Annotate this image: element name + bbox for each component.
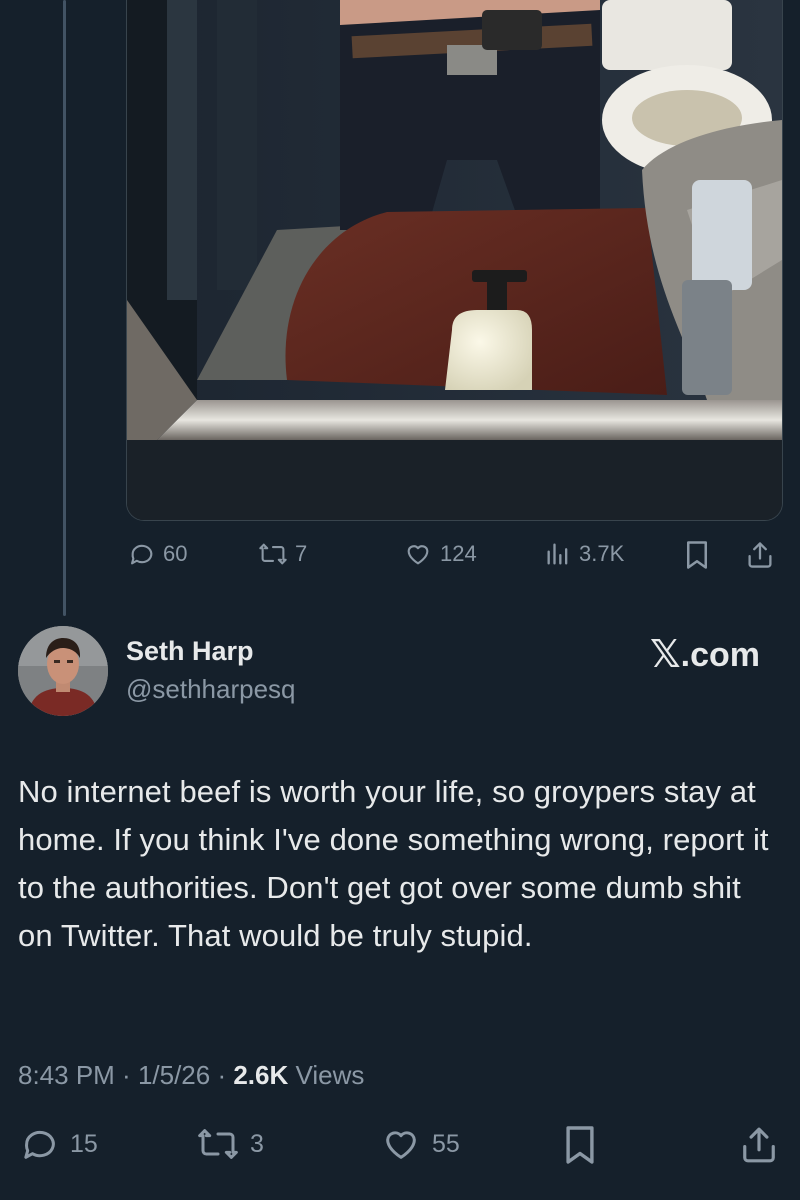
parent-like-count: 124 <box>440 541 477 566</box>
meta-separator: · <box>210 1060 234 1090</box>
parent-repost-button[interactable]: 7 <box>258 540 307 568</box>
x-com-watermark: 𝕏 .com <box>650 636 760 674</box>
like-button[interactable]: 55 <box>380 1124 460 1164</box>
reply-button[interactable]: 15 <box>20 1124 98 1164</box>
tweet-views-count: 2.6K <box>233 1060 289 1090</box>
share-icon <box>748 542 772 568</box>
parent-views-count: 3.7K <box>579 541 625 566</box>
share-icon <box>743 1127 775 1163</box>
meta-separator: · <box>114 1060 138 1090</box>
author-handle[interactable]: @sethharpesq <box>126 674 296 705</box>
tweet-time[interactable]: 8:43 PM <box>18 1060 115 1090</box>
parent-repost-count: 7 <box>295 541 308 566</box>
like-count: 55 <box>432 1129 460 1158</box>
parent-reply-count: 60 <box>163 541 188 566</box>
tweet-text: No internet beef is worth your life, so … <box>18 774 769 953</box>
tweet-date[interactable]: 1/5/26 <box>138 1060 210 1090</box>
repost-count: 3 <box>250 1129 264 1158</box>
avatar[interactable] <box>18 626 108 716</box>
repost-icon <box>259 543 287 565</box>
tweet-author-header: Seth Harp @sethharpesq 𝕏 .com <box>18 626 788 718</box>
reply-icon <box>131 544 153 565</box>
tweet-views-label: Views <box>295 1060 365 1090</box>
tweet-media-image[interactable] <box>126 0 783 521</box>
tweet-metadata: 8:43 PM · 1/5/26 · 2.6K Views <box>18 1060 364 1091</box>
bookmark-icon <box>687 541 707 569</box>
like-icon <box>407 545 429 565</box>
parent-bookmark-button[interactable] <box>684 540 710 570</box>
thread-connector-line <box>63 0 66 616</box>
repost-icon <box>198 1129 238 1159</box>
x-logo-icon: 𝕏 <box>650 634 681 676</box>
bookmark-icon <box>566 1126 594 1164</box>
repost-button[interactable]: 3 <box>196 1124 264 1164</box>
like-icon <box>386 1131 416 1159</box>
reply-icon <box>24 1130 55 1159</box>
parent-reply-button[interactable]: 60 <box>128 540 187 568</box>
parent-views-button[interactable]: 3.7K <box>544 540 624 568</box>
parent-like-button[interactable]: 124 <box>403 540 477 568</box>
parent-share-button[interactable] <box>746 540 774 570</box>
bookmark-button[interactable] <box>563 1124 597 1166</box>
views-icon <box>547 543 568 565</box>
share-button[interactable] <box>740 1124 778 1166</box>
x-com-domain: .com <box>680 636 760 674</box>
author-name[interactable]: Seth Harp <box>126 636 254 667</box>
reply-count: 15 <box>70 1129 98 1158</box>
